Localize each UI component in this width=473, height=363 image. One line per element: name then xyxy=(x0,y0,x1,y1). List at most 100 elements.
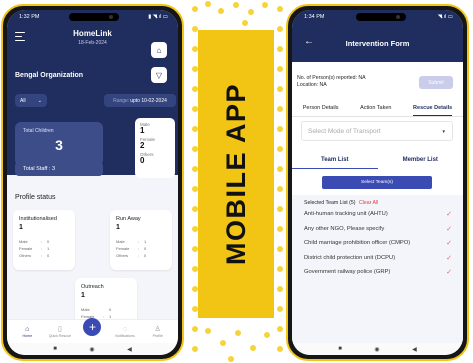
decorative-dot xyxy=(277,126,283,132)
team-list-item[interactable]: Anti-human tracking unit (AHTU) ✓ xyxy=(304,211,452,219)
decorative-dot xyxy=(277,206,283,212)
report-info: No. of Person(s) reported: NA Location: … xyxy=(297,75,366,89)
home-circle-icon[interactable]: ◉ xyxy=(89,346,94,353)
decorative-dot xyxy=(264,332,270,338)
quick-rescue-icon: ▯ xyxy=(57,325,62,333)
team-list-item[interactable]: District child protection unit (DCPU) ✓ xyxy=(304,255,452,263)
team-list-item[interactable]: Government railway police (GRP) ✓ xyxy=(304,269,452,277)
row-value: 0 xyxy=(144,253,147,258)
status-icons: ▮ ◥.ıl ▭ xyxy=(148,14,168,20)
camera-notch xyxy=(68,13,119,21)
check-icon: ✓ xyxy=(446,211,452,218)
row-label: Female xyxy=(116,246,130,251)
row-label: Male xyxy=(19,239,28,244)
team-list-item[interactable]: Child marriage prohibition officer (CMPO… xyxy=(304,240,452,248)
total-children-card[interactable]: Total Children 3 xyxy=(15,122,103,166)
system-nav-bar: ■ ◉ ◀ xyxy=(292,343,463,355)
clear-all-link[interactable]: Clear All xyxy=(359,200,378,206)
nav-quick-rescue[interactable]: ▯ Quick Rescue xyxy=(46,326,74,338)
nav-profile[interactable]: ♙ Profile xyxy=(144,326,172,338)
organization-name: Bengal Organization xyxy=(15,72,84,79)
plus-icon: + xyxy=(83,317,102,336)
phone-dashboard: 1:32 PM ▮ ◥.ıl ▭ HomeLink 18-Feb-2024 ⌂ … xyxy=(1,4,184,361)
gender-breakdown: Male 1 Female 2 Others 0 xyxy=(135,118,175,178)
institutionalised-card[interactable]: Institutionalised 1 Male:0 Female:1 Othe… xyxy=(13,210,75,270)
intervention-screen: 1:34 PM ◥.ıl ▭ ← Intervention Form No. o… xyxy=(292,10,463,355)
card-value: 1 xyxy=(81,292,85,299)
nav-home[interactable]: ⌂ Home xyxy=(13,326,41,338)
check-icon: ✓ xyxy=(446,269,452,276)
decorative-dot xyxy=(235,330,241,336)
nav-label: Notifications xyxy=(115,333,135,338)
decorative-dot xyxy=(262,2,268,8)
nav-add[interactable]: + xyxy=(78,317,106,336)
decorative-dot xyxy=(277,66,283,72)
decorative-dot xyxy=(218,8,224,14)
tab-rescue-details[interactable]: Rescue Details xyxy=(413,103,453,116)
decorative-dot xyxy=(277,166,283,172)
back-triangle-icon[interactable]: ◀ xyxy=(127,346,132,353)
male-count: 1 xyxy=(140,126,145,135)
select-teams-button[interactable]: Select Team(s) xyxy=(322,176,432,189)
row-label: Others xyxy=(19,253,32,258)
check-icon: ✓ xyxy=(446,240,452,247)
dashboard-screen: 1:32 PM ▮ ◥.ıl ▭ HomeLink 18-Feb-2024 ⌂ … xyxy=(7,10,178,355)
total-children-value: 3 xyxy=(55,137,63,153)
decorative-dot xyxy=(277,106,283,112)
total-children-label: Total Children xyxy=(23,128,54,134)
filter-icon[interactable]: ▽ xyxy=(151,67,167,83)
persons-reported: No. of Person(s) reported: NA xyxy=(297,75,366,81)
home-circle-icon[interactable]: ◉ xyxy=(374,346,379,353)
decorative-dot xyxy=(205,328,211,334)
decorative-dot xyxy=(277,226,283,232)
nav-label: Home xyxy=(22,333,33,338)
decorative-dot xyxy=(248,9,254,15)
form-title: Intervention Form xyxy=(345,39,410,48)
decorative-dot xyxy=(233,2,239,8)
row-value: 0 xyxy=(47,239,50,244)
run-away-card[interactable]: Run Away 1 Male:1 Female:0 Others:0 xyxy=(110,210,172,270)
tab-action-taken[interactable]: Action Taken xyxy=(360,103,391,116)
recents-icon[interactable]: ■ xyxy=(338,346,342,352)
row-value: 0 xyxy=(109,307,112,312)
decorative-dot xyxy=(192,346,198,352)
row-value: 0 xyxy=(144,246,147,251)
row-value: 1 xyxy=(47,246,50,251)
location-info: Location: NA xyxy=(297,82,327,88)
row-value: 1 xyxy=(144,239,147,244)
decorative-dot xyxy=(277,286,283,292)
card-value: 1 xyxy=(19,224,23,231)
decorative-dot xyxy=(277,186,283,192)
team-list-item[interactable]: Any other NGO, Please specify ✓ xyxy=(304,226,452,234)
decorative-dot xyxy=(205,1,211,7)
selected-team-header: Selected Team List (5) Clear All xyxy=(304,200,452,206)
form-tabs: Person Details Action Taken Rescue Detai… xyxy=(292,103,463,117)
back-triangle-icon[interactable]: ◀ xyxy=(412,346,417,353)
transport-select[interactable]: Select Mode of Transport ▼ xyxy=(301,121,453,141)
home-icon: ⌂ xyxy=(25,325,30,333)
nav-notifications[interactable]: ◌ Notifications xyxy=(111,326,139,338)
team-name: District child protection unit (DCPU) xyxy=(304,254,396,261)
tab-team-list[interactable]: Team List xyxy=(292,157,378,169)
card-title: Institutionalised xyxy=(19,216,57,222)
tab-person-details[interactable]: Person Details xyxy=(303,103,339,116)
team-member-tabs: Team List Member List xyxy=(292,157,463,169)
total-staff-card[interactable]: Total Staff : 3 xyxy=(15,162,103,176)
tab-member-list[interactable]: Member List xyxy=(378,157,464,169)
decorative-dot xyxy=(250,345,256,351)
others-count: 0 xyxy=(140,156,145,165)
team-name: Government railway police (GRP) xyxy=(304,269,391,275)
row-label: Male xyxy=(116,239,125,244)
decorative-dot xyxy=(192,326,198,332)
caret-down-icon: ▼ xyxy=(441,128,446,134)
range-picker[interactable]: Range: upto 10-02-2024 xyxy=(104,94,176,107)
female-count: 2 xyxy=(140,141,145,150)
range-label: Range: xyxy=(113,97,130,104)
submit-button[interactable]: Submit xyxy=(419,76,453,89)
check-icon: ✓ xyxy=(446,225,452,233)
filter-select[interactable]: All ⌄ xyxy=(15,94,47,107)
status-time: 1:34 PM xyxy=(304,14,325,20)
home-icon[interactable]: ⌂ xyxy=(151,42,167,58)
recents-icon[interactable]: ■ xyxy=(53,346,57,352)
row-value: 0 xyxy=(47,253,50,258)
